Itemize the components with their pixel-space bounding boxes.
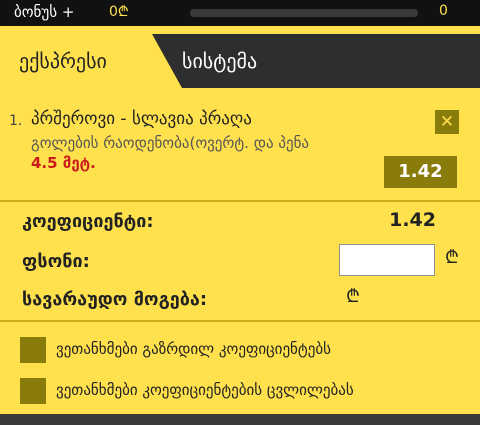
divider xyxy=(0,320,480,322)
bet-selection: 1. პრშეროვი - სლავია პრაღა გოლების რაოდე… xyxy=(0,96,480,196)
bet-odd-badge: 1.42 xyxy=(384,156,457,188)
remove-bet-close-icon[interactable]: ✕ xyxy=(435,110,459,134)
tab-express-label: ექსპრესი xyxy=(19,49,107,73)
betslip-tabs: ექსპრესი სისტემა xyxy=(0,34,480,88)
bonus-count: 0 xyxy=(439,3,448,19)
stake-label: ფსონი: xyxy=(22,251,90,272)
accept-odds-change-label: ვეთანხმები კოეფიციენტების ცვლილებას xyxy=(56,381,354,399)
divider xyxy=(0,200,480,202)
accept-increased-odds-label: ვეთანხმები გაზრდილ კოეფიციენტებს xyxy=(56,340,331,358)
possible-win-currency-icon: ₾ xyxy=(346,286,360,307)
accept-odds-change-checkbox[interactable] xyxy=(20,378,46,404)
stake-input[interactable] xyxy=(339,244,435,276)
bonus-progress-bar xyxy=(190,9,418,17)
accept-increased-odds-checkbox[interactable] xyxy=(20,337,46,363)
bonus-value: 0₾ xyxy=(109,4,129,20)
bonus-label: ბონუს + xyxy=(14,3,75,21)
tab-express[interactable]: ექსპრესი xyxy=(0,34,182,88)
bottom-bar xyxy=(0,414,480,425)
possible-win-label: სავარაუდო მოგება: xyxy=(22,289,208,310)
market-name: გოლების რაოდენობა(ოვერტ. და პენა xyxy=(31,134,310,152)
pick-name: 4.5 მეტ. xyxy=(31,154,96,172)
bonus-bar: ბონუს + 0₾ 0 xyxy=(0,0,480,26)
coefficient-value: 1.42 xyxy=(389,209,436,231)
bet-number: 1. xyxy=(9,113,23,129)
event-name: პრშეროვი - სლავია პრაღა xyxy=(31,109,252,129)
coefficient-label: კოეფიციენტი: xyxy=(22,211,154,232)
tab-system[interactable]: სისტემა xyxy=(182,49,257,73)
stake-currency-icon: ₾ xyxy=(445,247,459,268)
